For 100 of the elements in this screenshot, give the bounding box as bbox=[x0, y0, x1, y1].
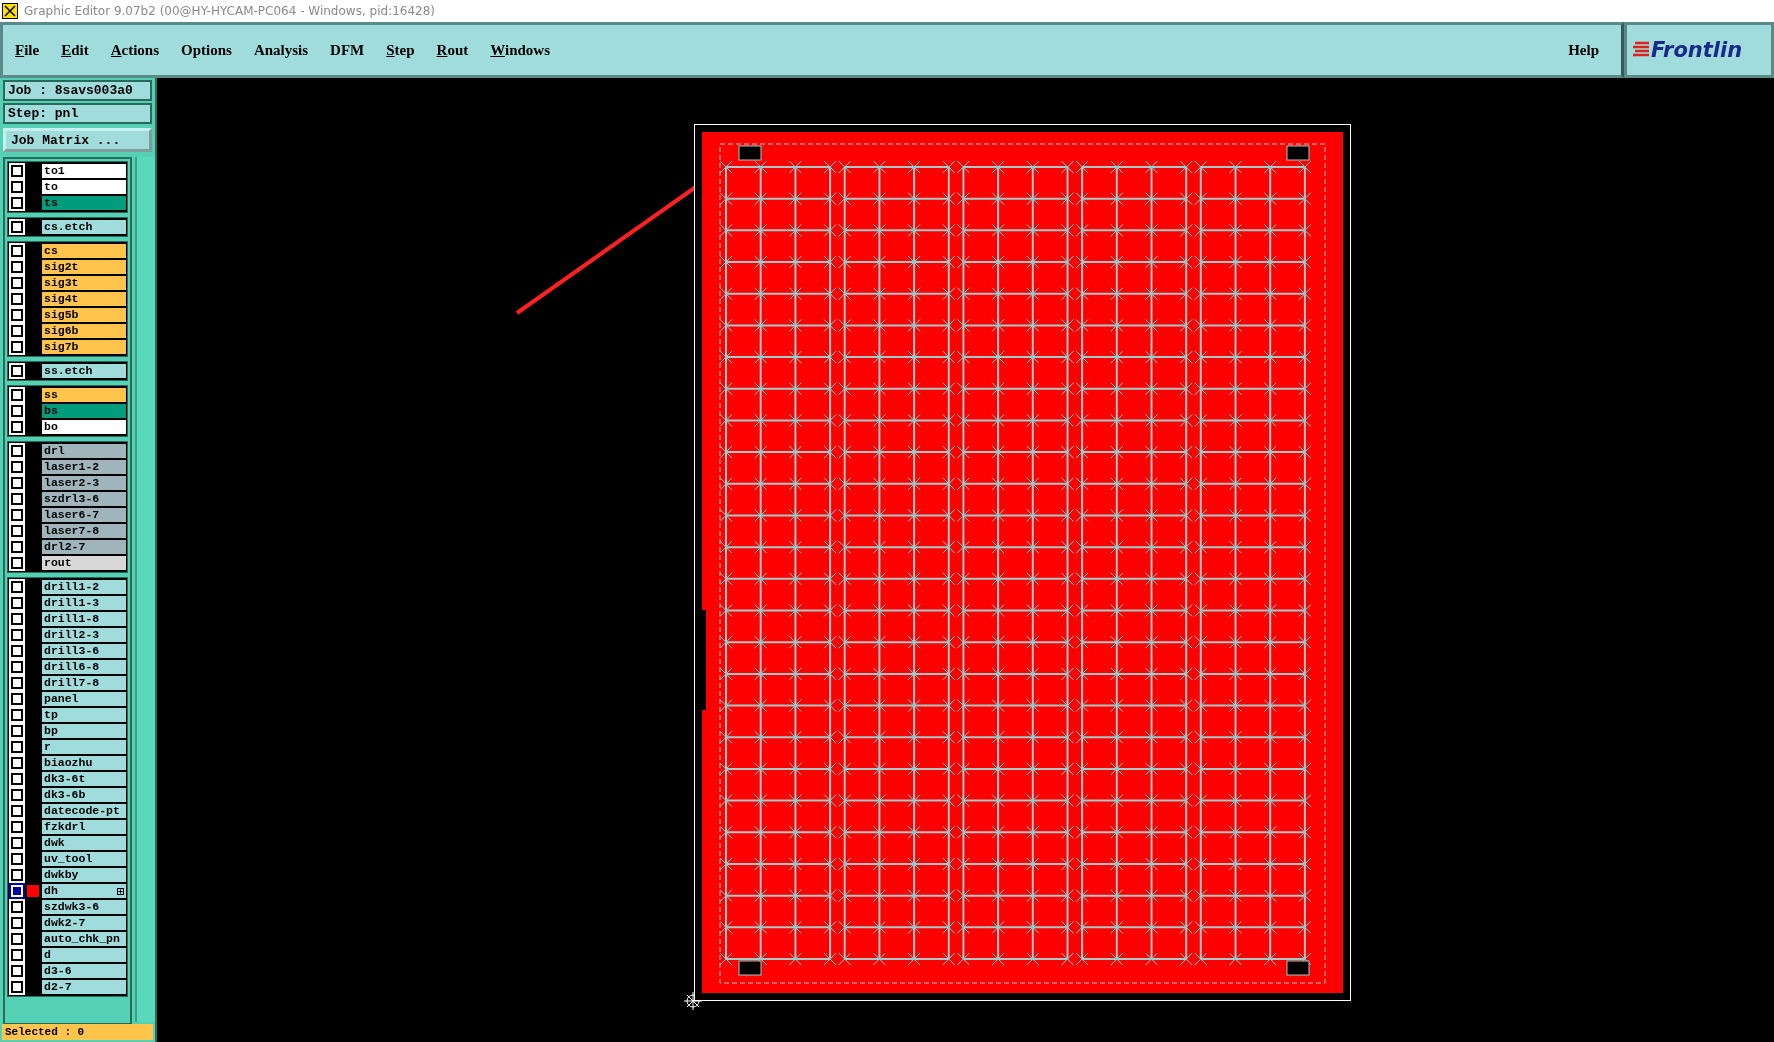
layer-name[interactable]: ts bbox=[41, 195, 127, 211]
layer-name[interactable]: drill1-3 bbox=[41, 595, 127, 611]
layer-name[interactable]: sig2t bbox=[41, 259, 127, 275]
layer-name[interactable]: datecode-pt bbox=[41, 803, 127, 819]
layer-checkbox[interactable] bbox=[11, 389, 23, 401]
layer-checkbox[interactable] bbox=[11, 837, 23, 849]
layer-checkbox[interactable] bbox=[11, 493, 23, 505]
layer-name[interactable]: biaozhu bbox=[41, 755, 127, 771]
layer-checkbox[interactable] bbox=[11, 805, 23, 817]
layer-checkbox[interactable] bbox=[11, 325, 23, 337]
layer-name[interactable]: szdrl3-6 bbox=[41, 491, 127, 507]
layer-checkbox[interactable] bbox=[11, 405, 23, 417]
layer-checkbox[interactable] bbox=[11, 365, 23, 377]
layer-name[interactable]: cs bbox=[41, 243, 127, 259]
layer-checkbox[interactable] bbox=[11, 509, 23, 521]
layer-name[interactable]: drill3-6 bbox=[41, 643, 127, 659]
scrollbar[interactable] bbox=[135, 157, 155, 1022]
layer-name[interactable]: drl bbox=[41, 443, 127, 459]
layer-name[interactable]: dk3-6b bbox=[41, 787, 127, 803]
layer-checkbox[interactable] bbox=[11, 421, 23, 433]
menu-item[interactable]: Rout bbox=[436, 41, 469, 59]
layer-name[interactable]: sig3t bbox=[41, 275, 127, 291]
layer-checkbox[interactable] bbox=[11, 341, 23, 353]
layer-checkbox[interactable] bbox=[11, 741, 23, 753]
layer-checkbox[interactable] bbox=[11, 461, 23, 473]
layer-checkbox[interactable] bbox=[11, 261, 23, 273]
layer-checkbox[interactable] bbox=[11, 917, 23, 929]
layer-name[interactable]: bs bbox=[41, 403, 127, 419]
layer-checkbox[interactable] bbox=[11, 445, 23, 457]
menu-item[interactable]: Actions bbox=[110, 41, 160, 59]
layer-name[interactable]: ss bbox=[41, 387, 127, 403]
layer-name[interactable]: drill2-3 bbox=[41, 627, 127, 643]
layer-checkbox[interactable] bbox=[11, 821, 23, 833]
layer-checkbox[interactable] bbox=[11, 581, 23, 593]
menu-item[interactable]: Windows bbox=[490, 41, 551, 59]
menu-item[interactable]: Edit bbox=[61, 41, 89, 59]
layer-name[interactable]: to1 bbox=[41, 163, 127, 179]
layer-name[interactable]: panel bbox=[41, 691, 127, 707]
job-matrix-button[interactable]: Job Matrix ... bbox=[3, 128, 152, 152]
layer-checkbox[interactable] bbox=[11, 949, 23, 961]
layer-checkbox[interactable] bbox=[11, 869, 23, 881]
layer-name[interactable]: sig5b bbox=[41, 307, 127, 323]
layer-checkbox[interactable] bbox=[11, 613, 23, 625]
layer-name[interactable]: bo bbox=[41, 419, 127, 435]
layer-name[interactable]: fzkdrl bbox=[41, 819, 127, 835]
layer-checkbox[interactable] bbox=[11, 293, 23, 305]
layer-checkbox[interactable] bbox=[11, 477, 23, 489]
layer-name[interactable]: bp bbox=[41, 723, 127, 739]
layer-name[interactable]: laser2-3 bbox=[41, 475, 127, 491]
layer-checkbox[interactable] bbox=[11, 629, 23, 641]
layer-name[interactable]: tp bbox=[41, 707, 127, 723]
layer-checkbox[interactable] bbox=[11, 709, 23, 721]
layer-checkbox[interactable] bbox=[11, 725, 23, 737]
layer-checkbox[interactable] bbox=[11, 181, 23, 193]
layer-checkbox[interactable] bbox=[11, 645, 23, 657]
layer-checkbox[interactable] bbox=[11, 245, 23, 257]
menu-item[interactable]: Options bbox=[181, 41, 232, 59]
layer-checkbox[interactable] bbox=[11, 277, 23, 289]
layer-checkbox[interactable] bbox=[11, 773, 23, 785]
layer-checkbox[interactable] bbox=[11, 981, 23, 993]
layer-name[interactable]: cs.etch bbox=[41, 219, 127, 235]
layer-name[interactable]: uv_tool bbox=[41, 851, 127, 867]
help-menu[interactable]: Help bbox=[1568, 41, 1599, 59]
layer-checkbox[interactable] bbox=[11, 597, 23, 609]
layer-name[interactable]: dwk bbox=[41, 835, 127, 851]
layer-checkbox[interactable] bbox=[11, 677, 23, 689]
layer-name[interactable]: dh bbox=[41, 883, 127, 899]
layer-checkbox[interactable] bbox=[11, 197, 23, 209]
layer-checkbox[interactable] bbox=[11, 165, 23, 177]
layer-name[interactable]: ss.etch bbox=[41, 363, 127, 379]
layer-name[interactable]: laser6-7 bbox=[41, 507, 127, 523]
layer-checkbox[interactable] bbox=[11, 965, 23, 977]
layer-checkbox[interactable] bbox=[11, 309, 23, 321]
display-swatch[interactable] bbox=[27, 885, 39, 897]
layer-name[interactable]: laser7-8 bbox=[41, 523, 127, 539]
layer-name[interactable]: sig4t bbox=[41, 291, 127, 307]
layer-checkbox[interactable] bbox=[11, 557, 23, 569]
layer-name[interactable]: drill6-8 bbox=[41, 659, 127, 675]
layer-name[interactable]: sig7b bbox=[41, 339, 127, 355]
layer-name[interactable]: rout bbox=[41, 555, 127, 571]
layer-name[interactable]: to bbox=[41, 179, 127, 195]
layer-checkbox[interactable] bbox=[11, 789, 23, 801]
layer-name[interactable]: drill1-8 bbox=[41, 611, 127, 627]
menu-item[interactable]: Analysis bbox=[253, 41, 309, 59]
expand-icon[interactable] bbox=[117, 887, 124, 895]
layer-checkbox[interactable] bbox=[11, 853, 23, 865]
menu-item[interactable]: File bbox=[15, 41, 40, 59]
layer-checkbox[interactable] bbox=[11, 221, 23, 233]
layer-checkbox[interactable] bbox=[11, 525, 23, 537]
layer-name[interactable]: laser1-2 bbox=[41, 459, 127, 475]
menu-item[interactable]: Step bbox=[386, 41, 415, 59]
layer-name[interactable]: d bbox=[41, 947, 127, 963]
layer-name[interactable]: dk3-6t bbox=[41, 771, 127, 787]
layer-checkbox[interactable] bbox=[11, 661, 23, 673]
layer-name[interactable]: drill7-8 bbox=[41, 675, 127, 691]
layer-name[interactable]: d3-6 bbox=[41, 963, 127, 979]
layer-name[interactable]: drl2-7 bbox=[41, 539, 127, 555]
layer-name[interactable]: szdwk3-6 bbox=[41, 899, 127, 915]
layer-checkbox[interactable] bbox=[11, 541, 23, 553]
layer-name[interactable]: sig6b bbox=[41, 323, 127, 339]
